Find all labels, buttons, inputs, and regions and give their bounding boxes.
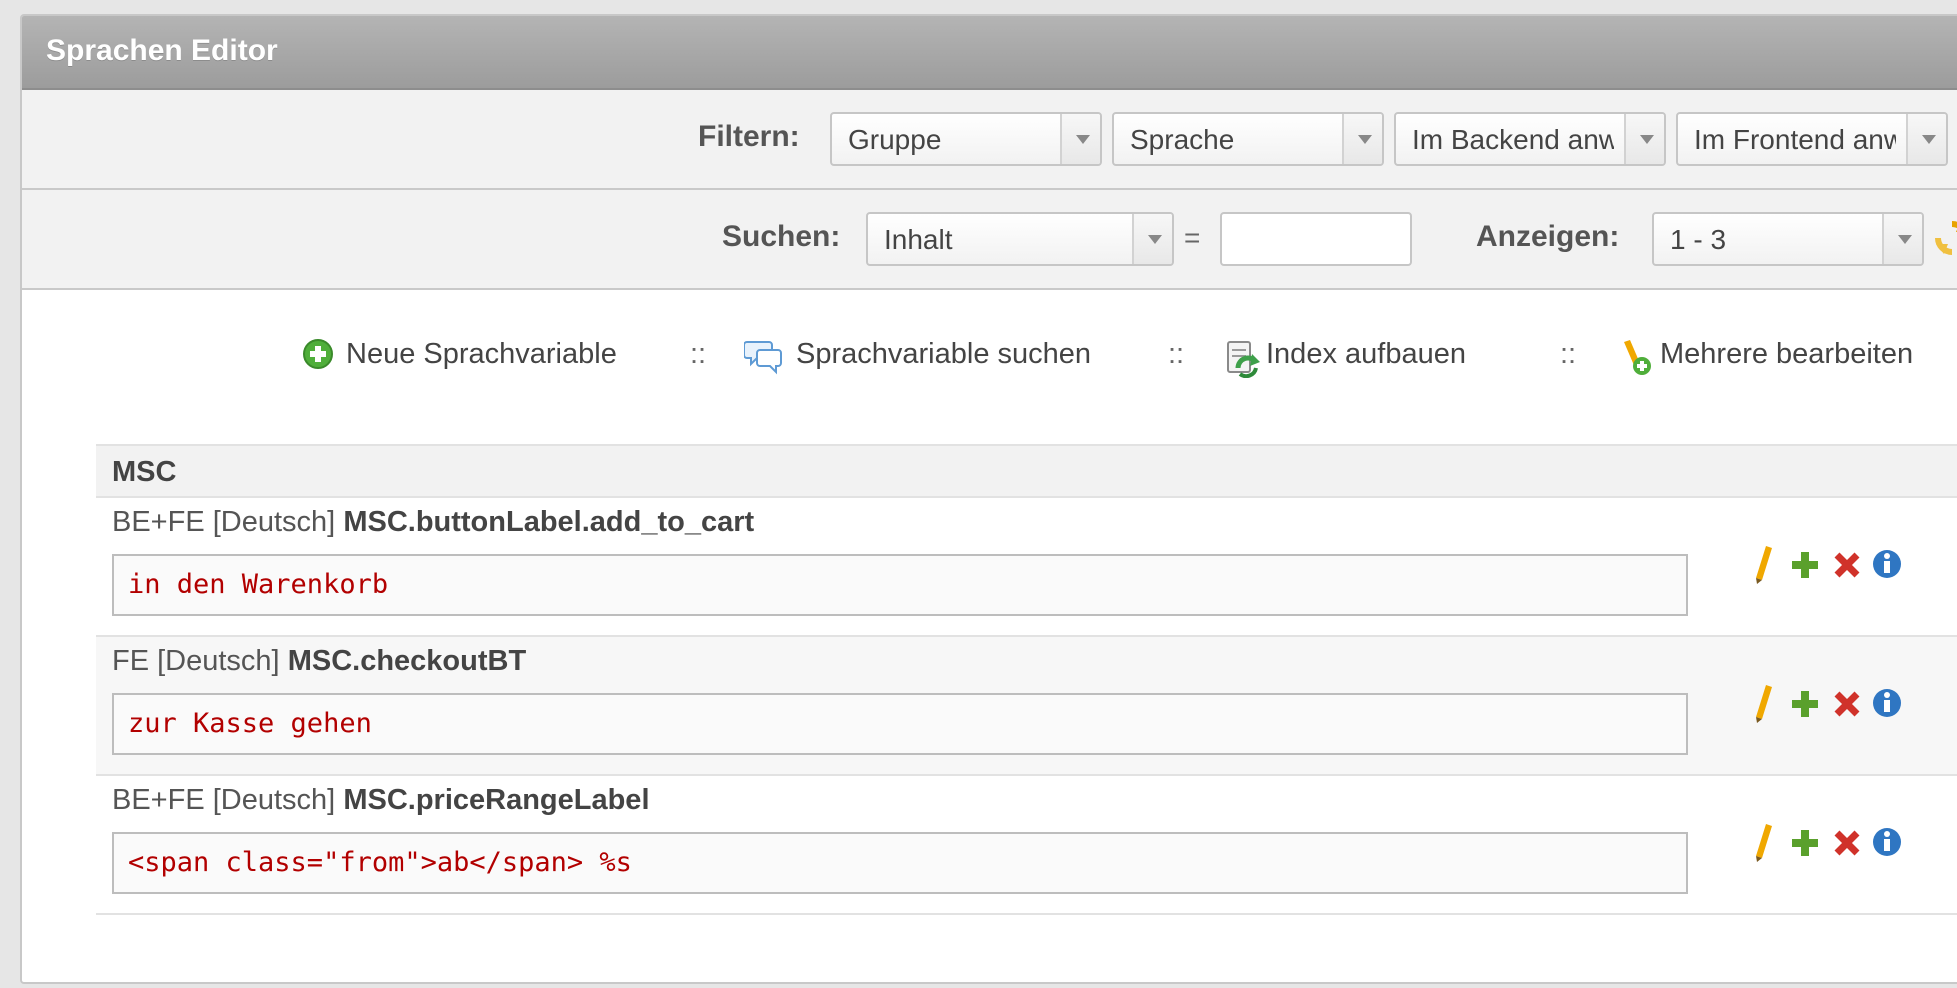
- search-field-select[interactable]: Inhalt: [866, 212, 1174, 266]
- search-label: Suchen:: [722, 220, 841, 253]
- range-select-value: 1 - 3: [1670, 224, 1727, 255]
- copy-icon[interactable]: [1788, 544, 1822, 584]
- entry-actions: [1748, 683, 1928, 723]
- reload-icon[interactable]: [1932, 218, 1957, 258]
- rebuild-index-icon: [1227, 341, 1260, 378]
- entry-title: BE+FE [Deutsch] MSC.buttonLabel.add_to_c…: [112, 506, 754, 539]
- entry-value: zur Kasse gehen: [112, 693, 1688, 755]
- entry-scope: BE+FE [Deutsch]: [112, 784, 336, 816]
- frontend-select[interactable]: Im Frontend anw: [1676, 112, 1948, 166]
- equals-sign: =: [1184, 222, 1201, 253]
- search-input[interactable]: [1220, 212, 1412, 266]
- backend-select-value: Im Backend anw: [1412, 124, 1614, 155]
- new-variable-label: Neue Sprachvariable: [346, 338, 617, 370]
- language-group: MSC BE+FE [Deutsch] MSC.buttonLabel.add_…: [96, 444, 1957, 915]
- build-index-label: Index aufbauen: [1266, 338, 1466, 370]
- entry-scope: FE [Deutsch]: [112, 645, 280, 677]
- filter-bar: Filtern: Gruppe Sprache Im Backend anw I…: [22, 90, 1957, 190]
- backend-select[interactable]: Im Backend anw: [1394, 112, 1666, 166]
- panel-title: Sprachen Editor: [22, 16, 1957, 90]
- group-select[interactable]: Gruppe: [830, 112, 1102, 166]
- search-variable-label: Sprachvariable suchen: [796, 338, 1092, 370]
- chevron-down-icon: [1906, 114, 1946, 164]
- edit-icon[interactable]: [1748, 544, 1782, 584]
- search-field-value: Inhalt: [884, 224, 953, 255]
- language-select[interactable]: Sprache: [1112, 112, 1384, 166]
- edit-multiple-icon: [1624, 340, 1651, 375]
- edit-icon[interactable]: [1748, 683, 1782, 723]
- list-item: BE+FE [Deutsch] MSC.priceRangeLabel <spa…: [96, 776, 1957, 915]
- search-bar: Suchen: Inhalt = Anzeigen: 1 - 3: [22, 190, 1957, 290]
- delete-icon[interactable]: [1830, 822, 1864, 862]
- filter-label: Filtern:: [698, 120, 800, 153]
- separator: ::: [1560, 338, 1577, 370]
- entry-actions: [1748, 822, 1928, 862]
- delete-icon[interactable]: [1830, 683, 1864, 723]
- delete-icon[interactable]: [1830, 544, 1864, 584]
- list-item: BE+FE [Deutsch] MSC.buttonLabel.add_to_c…: [96, 498, 1957, 637]
- info-icon[interactable]: [1870, 683, 1904, 723]
- copy-icon[interactable]: [1788, 683, 1822, 723]
- chevron-down-icon: [1342, 114, 1382, 164]
- language-editor-panel: Sprachen Editor Filtern: Gruppe Sprache …: [20, 14, 1957, 984]
- entry-title: FE [Deutsch] MSC.checkoutBT: [112, 645, 526, 678]
- group-select-value: Gruppe: [848, 124, 942, 155]
- entry-actions: [1748, 544, 1928, 584]
- list-item: FE [Deutsch] MSC.checkoutBT zur Kasse ge…: [96, 637, 1957, 776]
- add-circle-icon: [303, 339, 333, 369]
- separator: ::: [690, 338, 707, 370]
- chevron-down-icon: [1624, 114, 1664, 164]
- speech-bubbles-icon: [744, 341, 782, 375]
- entry-key: MSC.priceRangeLabel: [343, 784, 650, 816]
- show-label: Anzeigen:: [1476, 220, 1620, 253]
- chevron-down-icon: [1132, 214, 1172, 264]
- entry-value: <span class="from">ab</span> %s: [112, 832, 1688, 894]
- action-links: Neue Sprachvariable :: Sprachvariable su…: [22, 332, 1957, 378]
- edit-icon[interactable]: [1748, 822, 1782, 862]
- entry-value: in den Warenkorb: [112, 554, 1688, 616]
- range-select[interactable]: 1 - 3: [1652, 212, 1924, 266]
- edit-multiple-label: Mehrere bearbeiten: [1660, 338, 1914, 370]
- separator: ::: [1168, 338, 1185, 370]
- entry-title: BE+FE [Deutsch] MSC.priceRangeLabel: [112, 784, 650, 817]
- entry-key: MSC.buttonLabel.add_to_cart: [343, 506, 755, 538]
- entry-scope: BE+FE [Deutsch]: [112, 506, 336, 538]
- frontend-select-value: Im Frontend anw: [1694, 124, 1896, 155]
- copy-icon[interactable]: [1788, 822, 1822, 862]
- info-icon[interactable]: [1870, 822, 1904, 862]
- chevron-down-icon: [1060, 114, 1100, 164]
- language-select-value: Sprache: [1130, 124, 1235, 155]
- chevron-down-icon: [1882, 214, 1922, 264]
- entry-key: MSC.checkoutBT: [287, 645, 527, 677]
- group-header: MSC: [96, 444, 1957, 498]
- info-icon[interactable]: [1870, 544, 1904, 584]
